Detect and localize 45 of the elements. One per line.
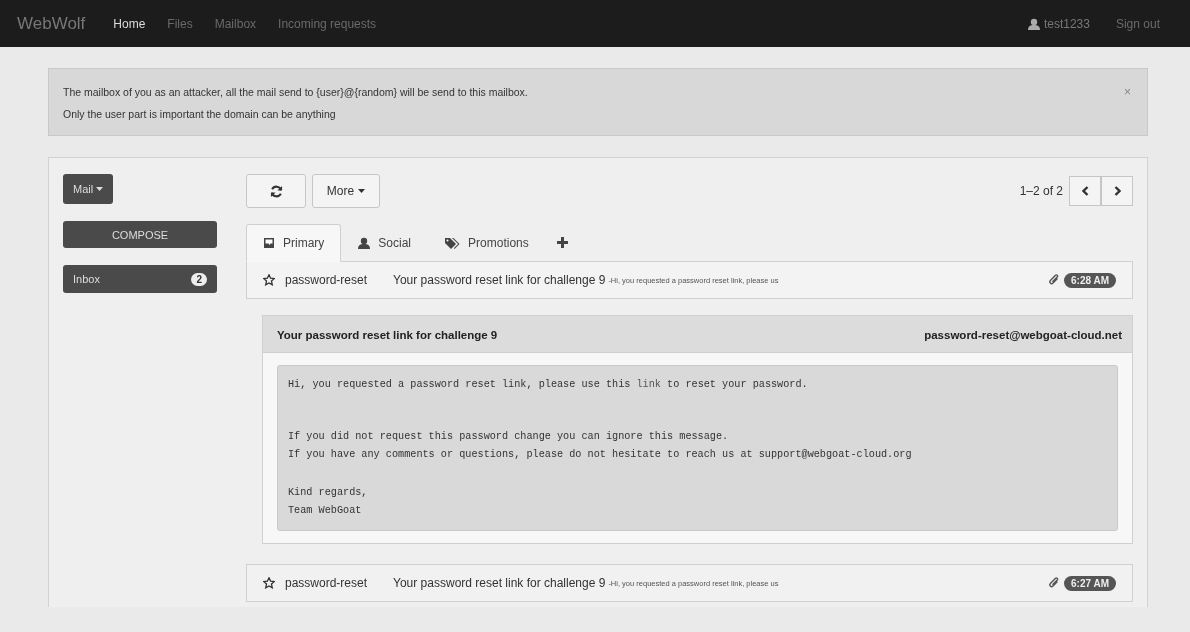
time-badge: 6:27 AM xyxy=(1064,575,1116,591)
alert-message: Only the user part is important the domain can be anything xyxy=(63,107,337,122)
user-icon xyxy=(1027,17,1040,30)
message-text: Team WebGoat xyxy=(288,504,363,518)
user-link[interactable]: test1233 xyxy=(1027,16,1090,31)
compose-button[interactable]: COMPOSE xyxy=(63,221,217,248)
message-title: Your password reset link for challenge 9 xyxy=(277,329,498,341)
refresh-icon xyxy=(269,184,283,198)
email-sender: password-reset xyxy=(285,576,368,590)
caret-icon xyxy=(358,189,366,193)
star-icon xyxy=(263,577,275,589)
message-text: If you have any comments or questions, please do not hesitate to reach us at support@webgoat-cloud.org xyxy=(288,448,913,462)
more-dropdown-button[interactable]: More xyxy=(312,174,380,208)
category-tab[interactable]: Primary xyxy=(246,224,342,262)
plus-icon xyxy=(556,237,568,248)
paperclip-icon xyxy=(1048,577,1060,589)
user-icon xyxy=(358,236,371,249)
message-text: Hi, you requested a password reset link, please use this link to reset your password. xyxy=(288,378,809,392)
email-sender: password-reset xyxy=(285,273,368,287)
brand-logo[interactable]: WebWolf xyxy=(17,13,86,34)
category-tab[interactable]: Promotions xyxy=(428,224,546,261)
tags-icon xyxy=(445,236,461,249)
star-icon xyxy=(263,274,275,286)
count-badge: 2 xyxy=(191,272,207,286)
chevron-right-icon xyxy=(1113,186,1121,196)
message-text: Kind regards, xyxy=(288,486,369,500)
inbox-icon xyxy=(263,237,275,249)
sender-address: password-reset@webgoat-cloud.net xyxy=(924,329,1122,341)
reset-link[interactable]: link xyxy=(636,379,661,390)
refresh-button[interactable] xyxy=(246,174,306,208)
alert-message: The mailbox of you as an attacker, all the mail send to {user}@{random} will be send to this mailbox. xyxy=(63,85,529,100)
pagination-count: 1–2 of 2 xyxy=(1019,184,1063,198)
category-tab[interactable]: Social xyxy=(341,224,429,261)
inbox-link[interactable]: Inbox 2 xyxy=(63,265,217,293)
caret-icon xyxy=(96,187,104,191)
mail-dropdown-button[interactable]: Mail xyxy=(63,174,114,204)
chevron-left-icon xyxy=(1081,186,1089,196)
paperclip-icon xyxy=(1048,274,1060,286)
email-subject: Your password reset link for challenge 9 xyxy=(393,273,606,287)
time-badge: 6:28 AM xyxy=(1064,272,1116,288)
message-text: If you did not request this password change you can ignore this message. xyxy=(288,430,730,444)
email-subject: Your password reset link for challenge 9 xyxy=(393,576,606,590)
nav-link[interactable]: Home xyxy=(113,16,146,31)
previous-page-button[interactable] xyxy=(1069,176,1101,206)
next-page-button[interactable] xyxy=(1101,176,1133,206)
